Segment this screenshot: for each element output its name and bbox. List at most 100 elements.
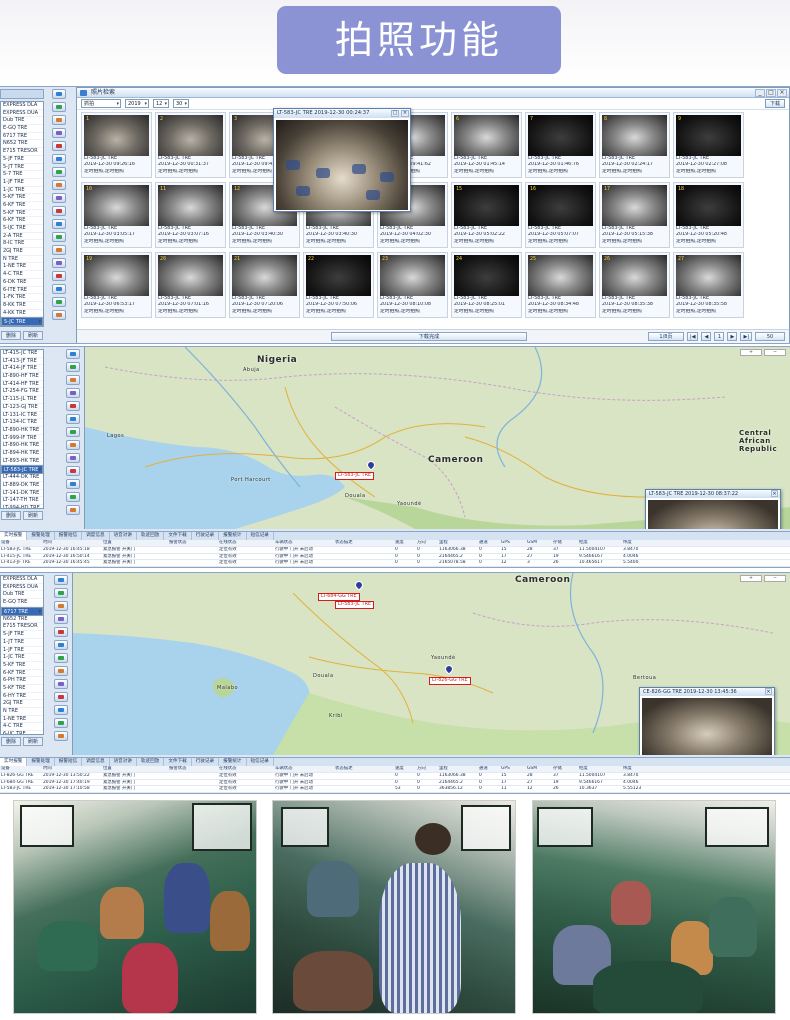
popup-close-icon[interactable]: × — [401, 110, 409, 117]
toolbar-icon[interactable] — [54, 640, 68, 650]
photo-thumbnail[interactable]: 1 LT-583-JC TRE 2019-12-30 09:26:16 定时拍照,定时… — [81, 112, 152, 178]
device-list-item[interactable]: N TRE — [1, 256, 43, 264]
device-list-item[interactable]: LT-123-GJ TRE — [1, 404, 43, 412]
device-list-item[interactable]: 8-KK TRE — [1, 302, 43, 310]
device-list-item[interactable]: 1-FK TRE — [1, 294, 43, 302]
photo-thumbnail[interactable]: 19 LT-583-JC TRE 2019-12-30 06:53:17 定时拍照,定… — [81, 252, 152, 318]
device-list-item[interactable]: E-GQ TRE — [1, 599, 43, 607]
device-list-item[interactable]: LT-890-HF TRE — [1, 373, 43, 381]
toolbar-icon[interactable] — [52, 310, 66, 320]
device-list-item[interactable]: LT-893-HK TRE — [1, 458, 43, 466]
device-list-item[interactable]: EXPRESS DLA — [1, 576, 43, 584]
toolbar-icon[interactable] — [52, 141, 66, 151]
toolbar-icon[interactable] — [52, 128, 66, 138]
table-header-cell[interactable]: 在线状态 — [218, 766, 274, 772]
device-list-item[interactable]: 5-JC TRE — [1, 317, 43, 326]
table-header-cell[interactable]: 报警状态 — [168, 540, 218, 546]
device-list-item[interactable]: 6-KF TRE — [1, 202, 43, 210]
map-zoom-in-button[interactable]: + — [740, 575, 762, 582]
device-list-item[interactable]: E715 TRESOR — [1, 623, 43, 632]
device-list[interactable]: EXPRESS DLA EXPRESS DUA Dub TRE E-GQ TRE 671… — [0, 101, 44, 327]
device-list-item[interactable]: N652 TRE — [1, 140, 43, 149]
vehicle-tag[interactable]: LT-684-GG TRE — [318, 593, 360, 601]
toolbar-icon[interactable] — [66, 375, 80, 385]
device-list-item[interactable]: LT-413-JF TRE — [1, 358, 43, 366]
bottom-tab[interactable]: 轨迹回放 — [137, 758, 165, 766]
photo-thumbnail[interactable]: 18 LT-583-JC TRE 2019-12-30 05:20:48 定时拍照,定… — [673, 182, 744, 248]
toolbar-icon[interactable] — [54, 575, 68, 585]
table-header-cell[interactable]: 状态描述 — [334, 766, 394, 772]
toolbar-icon[interactable] — [52, 297, 66, 307]
table-row[interactable]: LT-684-GG TRE 2019-12-30 17:40:19 紧急报警 开关门… — [0, 780, 790, 787]
device-list[interactable]: EXPRESS DLA EXPRESS DUA Dub TRE E-GQ TRE 671… — [0, 575, 44, 735]
popup-maximize-icon[interactable]: □ — [391, 110, 399, 117]
toolbar-icon[interactable] — [52, 154, 66, 164]
photo-thumbnail[interactable]: 2 LT-583-JC TRE 2019-12-30 00:31:37 定时拍照,定时… — [155, 112, 226, 178]
table-header-cell[interactable]: 通道 — [478, 540, 500, 546]
photo-thumbnail[interactable]: 24 LT-583-JC TRE 2019-12-30 08:25:01 定时拍照,定… — [451, 252, 522, 318]
device-list-item[interactable]: 4-C TRE — [1, 271, 43, 279]
device-list-item[interactable]: LT-147-TH TRE — [1, 497, 43, 506]
device-list-item[interactable]: EXPRESS DLA — [1, 102, 43, 110]
day-select[interactable]: 30 — [173, 99, 189, 108]
close-icon[interactable]: × — [777, 89, 787, 97]
table-header-cell[interactable]: GPS — [500, 766, 526, 772]
map-zoom-out-button[interactable]: − — [764, 349, 786, 356]
toolbar-icon[interactable] — [52, 180, 66, 190]
bottom-tab[interactable]: 语音对讲 — [110, 532, 137, 540]
toolbar-icon[interactable] — [52, 89, 66, 99]
bottom-tab[interactable]: 调度信息 — [82, 532, 110, 540]
device-list-item[interactable]: LT-254-FG TRE — [1, 388, 43, 397]
toolbar-icon[interactable] — [52, 245, 66, 255]
toolbar-icon[interactable] — [66, 401, 80, 411]
toolbar-icon[interactable] — [52, 258, 66, 268]
table-row[interactable]: LT-413-JF TRE 2019-12-30 16:45:45 紧急报警 开关门… — [0, 560, 790, 567]
photo-thumbnail[interactable]: 9 LT-583-JC TRE 2019-12-30 02:27:08 定时拍照,定时… — [673, 112, 744, 178]
table-header-cell[interactable]: 纬度 — [622, 766, 652, 772]
table-header-cell[interactable]: 速度 — [394, 766, 416, 772]
minimize-icon[interactable]: _ — [755, 89, 765, 97]
vehicle-tag[interactable]: LT-583-JC TRE — [335, 601, 374, 609]
device-list-item[interactable]: Dub TRE — [1, 117, 43, 126]
table-header-cell[interactable]: 在线状态 — [218, 540, 274, 546]
photo-thumbnail[interactable]: 17 LT-583-JC TRE 2019-12-30 05:15:38 定时拍照,定… — [599, 182, 670, 248]
table-header-cell[interactable]: 报警状态 — [168, 766, 218, 772]
bottom-tab[interactable]: 行驶记录 — [192, 758, 220, 766]
toolbar-icon[interactable] — [52, 232, 66, 242]
table-header-cell[interactable]: 通道 — [478, 766, 500, 772]
table-row[interactable]: LT-583-JC TRE 2019-12-30 17:10:58 紧急报警 开关门… — [0, 786, 790, 793]
snapshot-close-icon[interactable]: × — [765, 688, 772, 695]
table-header-cell[interactable]: 速度 — [394, 540, 416, 546]
bottom-tab[interactable]: 报警统计 — [219, 532, 247, 540]
toolbar-icon[interactable] — [66, 349, 80, 359]
bottom-tab[interactable]: 文件下载 — [164, 758, 192, 766]
toolbar-icon[interactable] — [54, 601, 68, 611]
table-header-cell[interactable]: 经度 — [578, 540, 622, 546]
device-list-item[interactable]: 6-KF TRE — [1, 670, 43, 678]
photo-thumbnail[interactable]: 11 LT-583-JC TRE 2019-12-30 03:07:16 定时拍照,定… — [155, 182, 226, 248]
map-view[interactable]: Cameroon Douala Yaoundé Bertoua Kribi Ma… — [72, 573, 790, 755]
table-header-cell[interactable]: 纬度 — [622, 540, 652, 546]
bottom-tab[interactable]: 报警短信 — [55, 532, 83, 540]
refresh-button[interactable]: 刷新 — [23, 331, 43, 340]
bottom-tab[interactable]: 行驶记录 — [192, 532, 220, 540]
toolbar-icon[interactable] — [54, 692, 68, 702]
device-list-item[interactable]: EXPRESS DUA — [1, 584, 43, 592]
bottom-tab[interactable]: 短信记录 — [247, 532, 274, 540]
toolbar-icon[interactable] — [66, 466, 80, 476]
toolbar-icon[interactable] — [52, 115, 66, 125]
device-list-item[interactable]: 8-IC TRE — [1, 240, 43, 249]
table-header-cell[interactable]: GPS — [500, 540, 526, 546]
device-list-item[interactable]: LT-115-JL TRE — [1, 396, 43, 404]
toolbar-icon[interactable] — [54, 705, 68, 715]
device-list-item[interactable]: 6-ITE TRE — [1, 287, 43, 295]
table-header-cell[interactable]: 车辆状态 — [274, 766, 334, 772]
toolbar-icon[interactable] — [52, 102, 66, 112]
device-list-item[interactable]: LT-141-DK TRE — [1, 490, 43, 498]
photo-thumbnail[interactable]: 16 LT-583-JC TRE 2019-12-30 05:07:07 定时拍照,定… — [525, 182, 596, 248]
month-select[interactable]: 12 — [153, 99, 169, 108]
table-row[interactable]: LT-414-JF TRE2019-12-30 16:55:16紧急报警 开关门… — [0, 567, 790, 568]
toolbar-icon[interactable] — [66, 453, 80, 463]
photo-thumbnail[interactable]: 6 LT-583-JC TRE 2019-12-30 01:45:14 定时拍照,定时… — [451, 112, 522, 178]
vehicle-tag[interactable]: LT-583-JC TRE — [335, 472, 374, 480]
